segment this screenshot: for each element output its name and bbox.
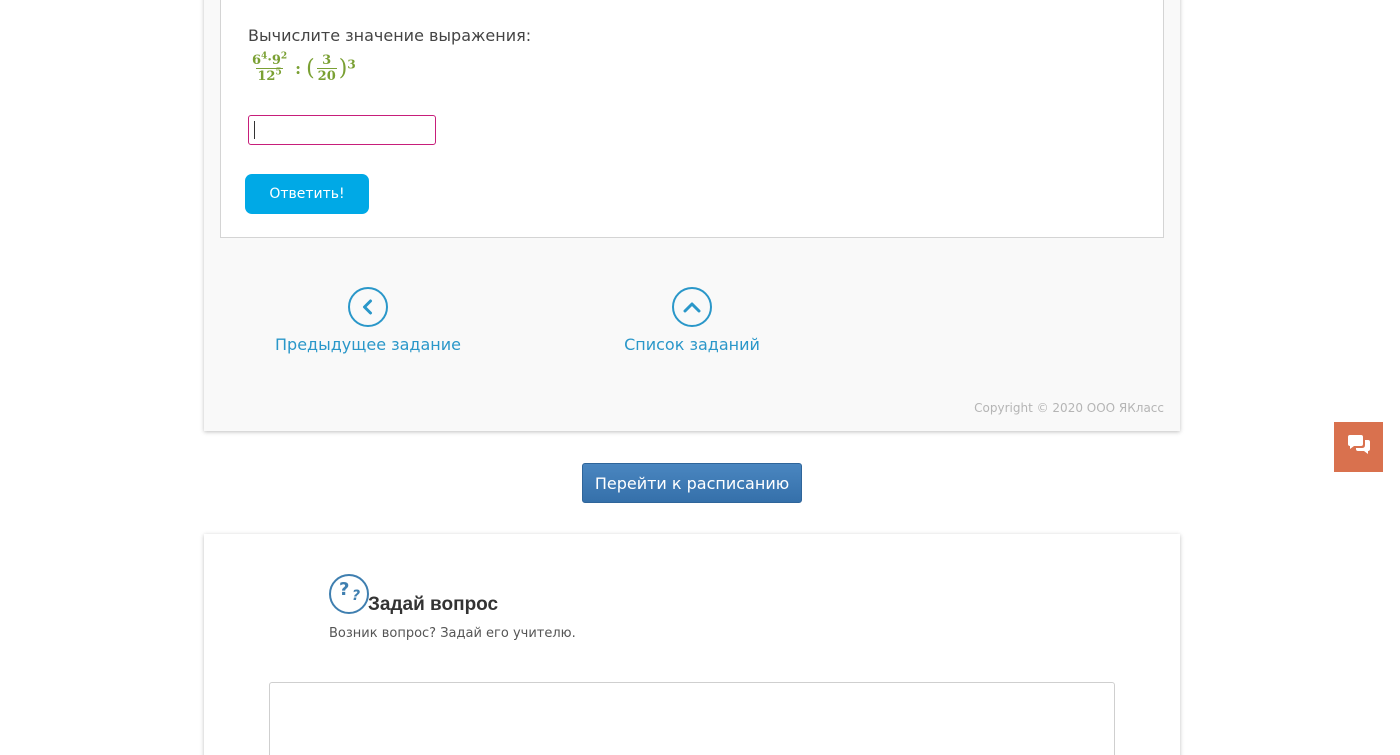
fraction-denominator: 125 [256,67,283,84]
task-prompt: Вычислите значение выражения: [248,26,532,45]
ask-question-subtitle: Возник вопрос? Задай его учителю. [329,626,576,641]
copyright-text: Copyright © 2020 ООО ЯКласс [974,401,1164,415]
previous-task-label: Предыдущее задание [275,335,461,354]
fraction-numerator: 64·92 [252,51,288,68]
inner-fraction: 3 20 [316,52,337,84]
go-to-schedule-button[interactable]: Перейти к расписанию [582,463,802,503]
division-operator: : [295,58,302,78]
main-fraction: 64·92 125 [251,51,288,84]
answer-input[interactable] [248,115,436,145]
task-card: Вычислите значение выражения: 64·92 125 … [204,0,1180,431]
chevron-up-circle-icon [672,287,712,327]
task-box: Вычислите значение выражения: 64·92 125 … [220,0,1164,238]
open-paren: ( [306,55,315,81]
chevron-left-circle-icon [348,287,388,327]
text-caret [254,121,255,139]
task-formula: 64·92 125 : ( 3 20 )3 [249,48,356,88]
task-list-label: Список заданий [624,335,760,354]
ask-question-card: ? ? Задай вопрос Возник вопрос? Задай ег… [204,534,1180,755]
question-icon: ? ? [329,574,369,614]
submit-answer-button[interactable]: Ответить! [245,174,369,214]
ask-question-title: Задай вопрос [368,594,499,615]
page: Вычислите значение выражения: 64·92 125 … [0,0,1400,755]
task-list-link[interactable]: Список заданий [624,287,760,354]
chat-bubbles-icon [1346,434,1372,460]
previous-task-link[interactable]: Предыдущее задание [275,287,461,354]
close-paren-power: )3 [338,55,356,81]
chat-button[interactable] [1334,422,1383,472]
question-textarea[interactable] [269,682,1115,755]
